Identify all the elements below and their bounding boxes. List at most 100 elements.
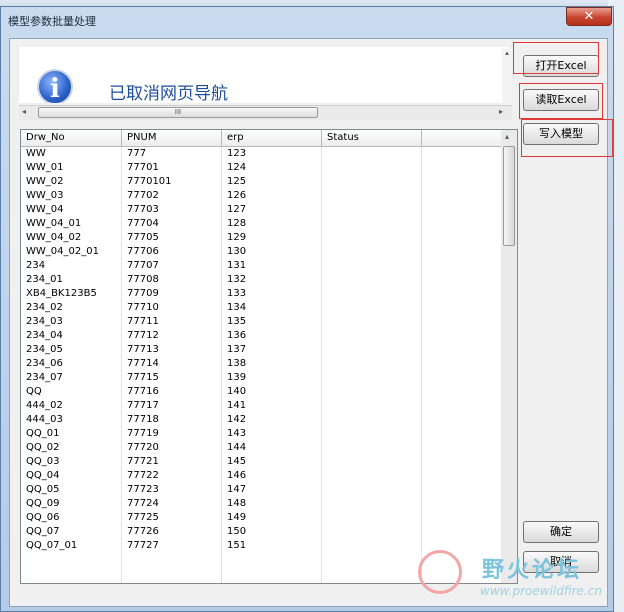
cell-erp: 144 — [227, 442, 247, 453]
table-row[interactable]: QQ_01 77719 143 — [21, 427, 501, 441]
table-row[interactable]: QQ_04 77722 146 — [21, 469, 501, 483]
close-button[interactable]: ✕ — [566, 7, 612, 26]
table-row[interactable]: 444_03 77718 142 — [21, 413, 501, 427]
cell-drw-no: 444_02 — [26, 400, 63, 411]
cell-erp: 132 — [227, 274, 247, 285]
cell-drw-no: WW_02 — [26, 176, 64, 187]
cell-drw-no: WW_04_01 — [26, 218, 82, 229]
parameter-list[interactable]: Drw_No PNUM erp Status WW 777 123 WW_01 7770… — [20, 129, 518, 584]
cell-erp: 142 — [227, 414, 247, 425]
cell-erp: 131 — [227, 260, 247, 271]
table-row[interactable]: QQ_09 77724 148 — [21, 497, 501, 511]
scroll-left-arrow-icon[interactable]: ◂ — [22, 107, 26, 116]
table-row[interactable]: 234_01 77708 132 — [21, 273, 501, 287]
cell-erp: 126 — [227, 190, 247, 201]
cell-pnum: 77713 — [127, 344, 159, 355]
table-row[interactable]: 234_03 77711 135 — [21, 315, 501, 329]
table-row[interactable]: QQ 77716 140 — [21, 385, 501, 399]
cell-pnum: 77711 — [127, 316, 159, 327]
table-row[interactable]: WW_02 7770101 125 — [21, 175, 501, 189]
cell-erp: 123 — [227, 148, 247, 159]
cell-drw-no: WW_04 — [26, 204, 64, 215]
cell-pnum: 77727 — [127, 540, 159, 551]
table-row[interactable]: 444_02 77717 141 — [21, 399, 501, 413]
cell-drw-no: WW_04_02_01 — [26, 246, 99, 257]
vertical-scroll-thumb[interactable] — [503, 146, 515, 246]
cell-erp: 145 — [227, 456, 247, 467]
cell-erp: 138 — [227, 358, 247, 369]
cell-drw-no: 444_03 — [26, 414, 63, 425]
table-row[interactable]: WW_03 77702 126 — [21, 189, 501, 203]
cell-pnum: 77702 — [127, 190, 159, 201]
table-row[interactable]: 234_07 77715 139 — [21, 371, 501, 385]
table-row[interactable]: QQ_05 77723 147 — [21, 483, 501, 497]
column-header-erp[interactable]: erp — [227, 132, 244, 143]
cell-erp: 137 — [227, 344, 247, 355]
cell-drw-no: XB4_BK123B5 — [26, 288, 97, 299]
cell-erp: 143 — [227, 428, 247, 439]
cell-pnum: 77725 — [127, 512, 159, 523]
table-row[interactable]: WW_04_02 77705 129 — [21, 231, 501, 245]
cell-erp: 141 — [227, 400, 247, 411]
column-header-drw-no[interactable]: Drw_No — [26, 132, 65, 143]
cell-pnum: 77718 — [127, 414, 159, 425]
cell-drw-no: 234_07 — [26, 372, 63, 383]
list-vertical-scrollbar[interactable]: ▴ — [501, 130, 517, 583]
cell-pnum: 77723 — [127, 484, 159, 495]
cell-erp: 146 — [227, 470, 247, 481]
cell-drw-no: QQ — [26, 386, 42, 397]
table-row[interactable]: 234_04 77712 136 — [21, 329, 501, 343]
cell-drw-no: 234_06 — [26, 358, 63, 369]
cell-drw-no: QQ_07 — [26, 526, 60, 537]
cell-pnum: 77720 — [127, 442, 159, 453]
cell-drw-no: QQ_05 — [26, 484, 60, 495]
window-title: 模型参数批量处理 — [8, 15, 96, 28]
table-row[interactable]: 234 77707 131 — [21, 259, 501, 273]
cell-pnum: 77721 — [127, 456, 159, 467]
browser-horizontal-scrollbar[interactable]: ◂ III ▸ — [19, 105, 512, 120]
cell-drw-no: QQ_09 — [26, 498, 60, 509]
cell-drw-no: QQ_04 — [26, 470, 60, 481]
navigation-cancelled-message: 已取消网页导航 — [109, 84, 228, 103]
cell-drw-no: QQ_02 — [26, 442, 60, 453]
cell-drw-no: 234_01 — [26, 274, 63, 285]
table-row[interactable]: WW 777 123 — [21, 147, 501, 161]
cell-erp: 136 — [227, 330, 247, 341]
cell-pnum: 77722 — [127, 470, 159, 481]
annotation-box-open-excel — [513, 42, 599, 74]
browser-vertical-scrollbar[interactable]: ▴ — [502, 49, 512, 105]
table-row[interactable]: 234_06 77714 138 — [21, 357, 501, 371]
cell-pnum: 77701 — [127, 162, 159, 173]
table-row[interactable]: XB4_BK123B5 77709 133 — [21, 287, 501, 301]
flame-logo-icon — [418, 550, 462, 594]
table-row[interactable]: WW_04_01 77704 128 — [21, 217, 501, 231]
table-row[interactable]: QQ_06 77725 149 — [21, 511, 501, 525]
cell-erp: 128 — [227, 218, 247, 229]
table-row[interactable]: WW_04 77703 127 — [21, 203, 501, 217]
table-row[interactable]: 234_02 77710 134 — [21, 301, 501, 315]
table-row[interactable]: WW_01 77701 124 — [21, 161, 501, 175]
confirm-button[interactable]: 确定 — [523, 521, 599, 543]
cell-pnum: 77715 — [127, 372, 159, 383]
scroll-up-arrow-icon[interactable]: ▴ — [505, 132, 509, 141]
cell-drw-no: WW_01 — [26, 162, 64, 173]
annotation-box-write-model — [521, 119, 613, 157]
column-header-status[interactable]: Status — [327, 132, 359, 143]
cell-erp: 139 — [227, 372, 247, 383]
scroll-up-arrow-icon[interactable]: ▴ — [502, 49, 512, 57]
cell-pnum: 77710 — [127, 302, 159, 313]
cell-erp: 134 — [227, 302, 247, 313]
web-navigation-panel: i 已取消网页导航 — [19, 47, 509, 103]
table-row[interactable]: QQ_02 77720 144 — [21, 441, 501, 455]
scroll-right-arrow-icon[interactable]: ▸ — [499, 107, 503, 116]
horizontal-scroll-thumb[interactable]: III — [38, 107, 318, 118]
cell-pnum: 77719 — [127, 428, 159, 439]
table-row[interactable]: 234_05 77713 137 — [21, 343, 501, 357]
cell-drw-no: WW_04_02 — [26, 232, 82, 243]
cell-pnum: 77724 — [127, 498, 159, 509]
cell-erp: 149 — [227, 512, 247, 523]
table-row[interactable]: WW_04_02_01 77706 130 — [21, 245, 501, 259]
column-header-pnum[interactable]: PNUM — [127, 132, 156, 143]
table-row[interactable]: QQ_03 77721 145 — [21, 455, 501, 469]
table-row[interactable]: QQ_07 77726 150 — [21, 525, 501, 539]
